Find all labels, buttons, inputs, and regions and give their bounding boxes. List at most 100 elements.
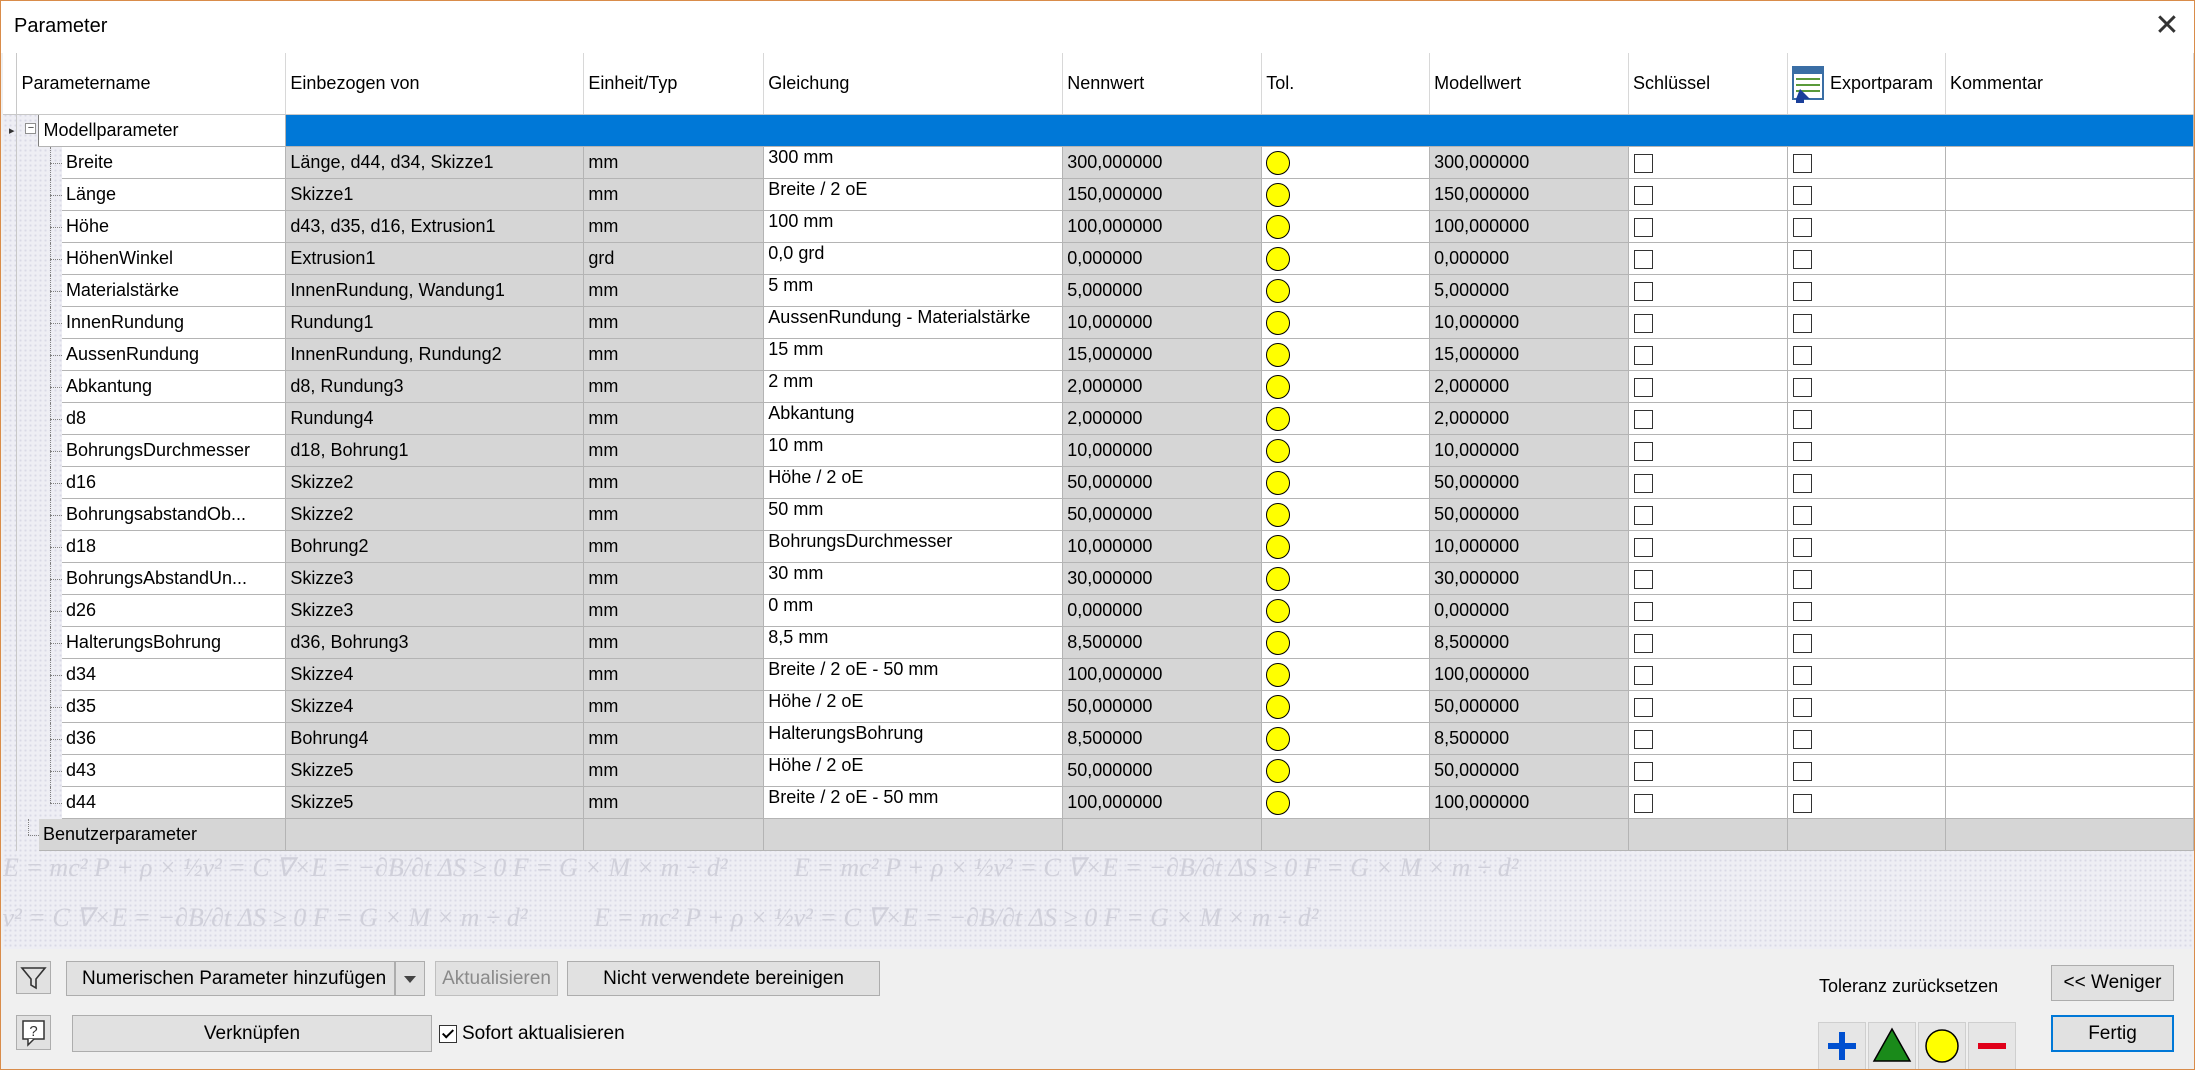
export-checkbox[interactable]: [1793, 313, 1812, 333]
comment-cell[interactable]: [1945, 210, 2194, 243]
column-header-modellwert[interactable]: Modellwert: [1429, 53, 1630, 115]
table-row[interactable]: d35 Skizze4 mm Höhe / 2 oE 50,000000 50,00000…: [3, 690, 2194, 723]
key-checkbox[interactable]: [1634, 153, 1654, 173]
export-cell[interactable]: [1787, 434, 1946, 467]
row-indicator[interactable]: [3, 178, 18, 211]
tolerance-nominal-icon[interactable]: [1266, 662, 1291, 687]
key-cell[interactable]: [1628, 594, 1788, 627]
done-button[interactable]: Fertig: [2051, 1015, 2174, 1052]
less-button[interactable]: << Weniger: [2051, 965, 2174, 1001]
tolerance-cell[interactable]: [1261, 722, 1431, 755]
key-cell[interactable]: [1628, 210, 1788, 243]
equation-cell[interactable]: Höhe / 2 oE: [763, 466, 1064, 499]
export-cell[interactable]: [1787, 242, 1946, 275]
parameter-name-cell[interactable]: Höhe: [61, 210, 287, 243]
comment-cell[interactable]: [1945, 690, 2194, 723]
parameter-name-cell[interactable]: d35: [61, 690, 287, 723]
export-checkbox[interactable]: [1793, 409, 1812, 429]
tolerance-nominal-icon[interactable]: [1266, 150, 1291, 175]
export-cell[interactable]: [1787, 146, 1946, 179]
export-checkbox[interactable]: [1793, 665, 1812, 685]
key-checkbox[interactable]: [1634, 761, 1654, 781]
key-checkbox[interactable]: [1634, 345, 1654, 365]
equation-cell[interactable]: Abkantung: [763, 402, 1064, 435]
row-indicator[interactable]: [3, 658, 18, 691]
row-indicator[interactable]: [3, 434, 18, 467]
tolerance-nominal-icon[interactable]: [1266, 214, 1291, 239]
export-cell[interactable]: [1787, 690, 1946, 723]
key-cell[interactable]: [1628, 306, 1788, 339]
parameter-name-cell[interactable]: d26: [61, 594, 287, 627]
export-cell[interactable]: [1787, 626, 1946, 659]
tolerance-cell[interactable]: [1261, 178, 1431, 211]
comment-cell[interactable]: [1945, 434, 2194, 467]
parameter-name-cell[interactable]: d34: [61, 658, 287, 691]
comment-cell[interactable]: [1945, 498, 2194, 531]
export-cell[interactable]: [1787, 274, 1946, 307]
table-row[interactable]: d8 Rundung4 mm Abkantung 2,000000 2,000000: [3, 402, 2194, 435]
parameter-name-cell[interactable]: d8: [61, 402, 287, 435]
equation-cell[interactable]: 2 mm: [763, 370, 1064, 403]
table-row[interactable]: d26 Skizze3 mm 0 mm 0,000000 0,000000: [3, 594, 2194, 627]
row-indicator[interactable]: [3, 562, 18, 595]
table-row[interactable]: HöhenWinkel Extrusion1 grd 0,0 grd 0,000000 0…: [3, 242, 2194, 275]
export-cell[interactable]: [1787, 530, 1946, 563]
tolerance-nominal-icon[interactable]: [1266, 598, 1291, 623]
filter-button[interactable]: [16, 961, 51, 994]
parameter-name-cell[interactable]: d43: [61, 754, 287, 787]
tolerance-nominal-icon[interactable]: [1266, 246, 1291, 271]
key-cell[interactable]: [1628, 338, 1788, 371]
export-checkbox[interactable]: [1793, 185, 1812, 205]
tolerance-cell[interactable]: [1261, 146, 1431, 179]
parameter-name-cell[interactable]: BohrungsDurchmesser: [61, 434, 287, 467]
key-cell[interactable]: [1628, 274, 1788, 307]
tolerance-lower-button[interactable]: [1968, 1022, 2016, 1069]
column-header-einheit-typ[interactable]: Einheit/Typ: [583, 53, 765, 115]
key-cell[interactable]: [1628, 754, 1788, 787]
comment-cell[interactable]: [1945, 338, 2194, 371]
tolerance-nominal-icon[interactable]: [1266, 342, 1291, 367]
key-checkbox[interactable]: [1634, 665, 1654, 685]
table-row[interactable]: d18 Bohrung2 mm BohrungsDurchmesser 10,00000…: [3, 530, 2194, 563]
parameter-name-cell[interactable]: Länge: [61, 178, 287, 211]
tolerance-nominal-icon[interactable]: [1266, 182, 1291, 207]
row-indicator[interactable]: [3, 786, 18, 819]
key-cell[interactable]: [1628, 498, 1788, 531]
comment-cell[interactable]: [1945, 242, 2194, 275]
export-checkbox[interactable]: [1793, 761, 1812, 781]
export-checkbox[interactable]: [1793, 793, 1812, 813]
key-cell[interactable]: [1628, 466, 1788, 499]
row-indicator[interactable]: [3, 146, 18, 179]
column-header-tol[interactable]: Tol.: [1261, 53, 1431, 115]
tolerance-upper-button[interactable]: [1818, 1022, 1866, 1069]
key-cell[interactable]: [1628, 146, 1788, 179]
export-checkbox[interactable]: [1793, 633, 1812, 653]
table-row[interactable]: BohrungsabstandOb... Skizze2 mm 50 mm 50,000…: [3, 498, 2194, 531]
key-cell[interactable]: [1628, 626, 1788, 659]
comment-cell[interactable]: [1945, 722, 2194, 755]
table-row[interactable]: d34 Skizze4 mm Breite / 2 oE - 50 mm 100,000…: [3, 658, 2194, 691]
column-header-schluessel[interactable]: Schlüssel: [1628, 53, 1788, 115]
row-indicator[interactable]: [3, 402, 18, 435]
table-row[interactable]: d36 Bohrung4 mm HalterungsBohrung 8,500000 8,…: [3, 722, 2194, 755]
table-row[interactable]: AussenRundung InnenRundung, Rundung2 mm 15 …: [3, 338, 2194, 371]
row-indicator[interactable]: [3, 338, 18, 371]
table-row[interactable]: InnenRundung Rundung1 mm AussenRundung - Ma…: [3, 306, 2194, 339]
key-cell[interactable]: [1628, 370, 1788, 403]
tolerance-nominal-icon[interactable]: [1266, 566, 1291, 591]
column-header-nennwert[interactable]: Nennwert: [1062, 53, 1263, 115]
comment-cell[interactable]: [1945, 754, 2194, 787]
purge-unused-button[interactable]: Nicht verwendete bereinigen: [567, 961, 880, 996]
key-checkbox[interactable]: [1634, 729, 1654, 749]
key-cell[interactable]: [1628, 434, 1788, 467]
export-checkbox[interactable]: [1793, 569, 1812, 589]
key-checkbox[interactable]: [1634, 217, 1654, 237]
table-row[interactable]: BohrungsAbstandUn... Skizze3 mm 30 mm 30,000…: [3, 562, 2194, 595]
tolerance-median-button[interactable]: [1868, 1022, 1916, 1069]
row-indicator[interactable]: [3, 722, 18, 755]
comment-cell[interactable]: [1945, 466, 2194, 499]
comment-cell[interactable]: [1945, 370, 2194, 403]
tolerance-cell[interactable]: [1261, 242, 1431, 275]
tolerance-cell[interactable]: [1261, 434, 1431, 467]
parameter-name-cell[interactable]: AussenRundung: [61, 338, 287, 371]
